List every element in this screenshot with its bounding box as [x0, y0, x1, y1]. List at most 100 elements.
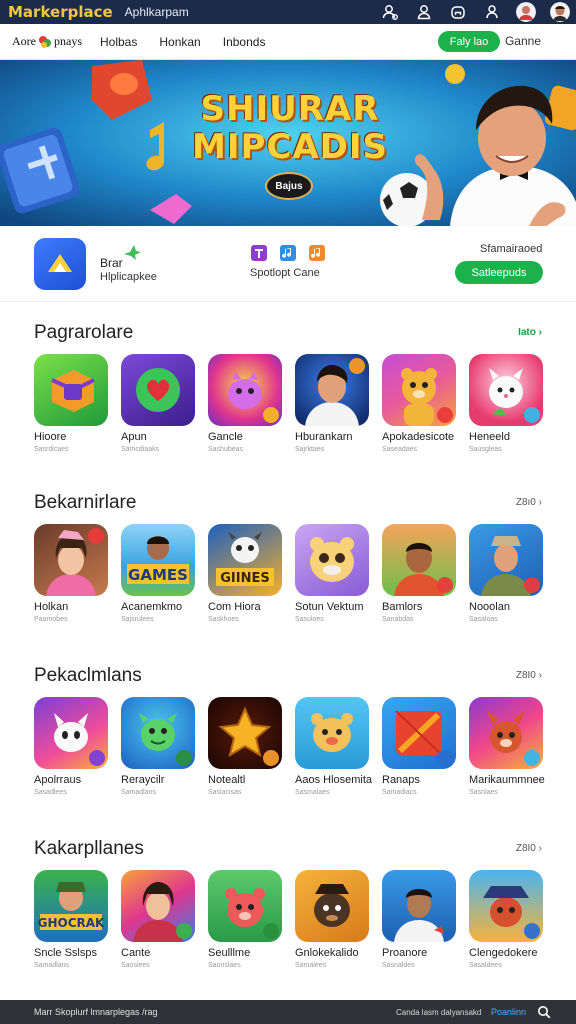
app-icon — [295, 524, 369, 596]
app-name: Clengedokere — [469, 947, 538, 959]
app-tile[interactable]: GIINES Com Hiora Saskhoes — [208, 524, 282, 623]
app-tile[interactable]: Gnlokekalido Samalees — [295, 870, 369, 969]
home-icon[interactable] — [448, 2, 468, 22]
app-name: Holkan — [34, 601, 69, 613]
app-tile[interactable]: Seulllme Saonslaes — [208, 870, 282, 969]
app-name: Nooolan — [469, 601, 510, 613]
logo-text-right: pnays — [54, 34, 82, 48]
avatar[interactable] — [516, 2, 536, 22]
app-badge-icon — [524, 750, 540, 766]
game-link[interactable]: Ganne — [505, 34, 541, 48]
app-icon — [34, 697, 108, 769]
media-apps-icon[interactable] — [251, 245, 327, 263]
see-more-link[interactable]: Z8ı0 › — [516, 497, 542, 508]
app-name: Proanore — [382, 947, 428, 959]
app-name: Com Hiora — [208, 601, 261, 613]
app-subtitle: Sasadlees — [34, 789, 67, 796]
app-badge-icon — [349, 358, 365, 374]
nav-link-2[interactable]: Honkan — [159, 35, 200, 49]
app-subtitle: Samalees — [295, 962, 327, 969]
brand-name[interactable]: Markerplace — [8, 3, 113, 21]
app-tile[interactable]: Apun Samcdiaaks — [121, 354, 195, 453]
app-tile[interactable]: Gancle Sashubeas — [208, 354, 282, 453]
app-subtitle: Sajsrulees — [121, 616, 154, 623]
section-2: Bekarnirlare Z8ı0 › Holkan Paamobes GAME… — [0, 492, 576, 642]
featured-app-icon[interactable] — [34, 238, 86, 290]
top-icons — [380, 2, 570, 22]
app-name: Apolrraus — [34, 774, 82, 786]
app-subtitle: Sanabdas — [382, 616, 414, 623]
app-badge-icon — [437, 750, 453, 766]
app-tile[interactable]: Apokadesicote Saseadaes — [382, 354, 456, 453]
hero-badge[interactable]: Bajus — [265, 172, 313, 200]
chevron-right-icon: › — [538, 670, 542, 681]
hero-title-line-1: SHIURAR — [200, 89, 380, 129]
featured-app-name[interactable]: Brar — [100, 256, 123, 270]
app-icon — [469, 870, 543, 942]
app-tile[interactable]: GAMES Acanemkmo Sajsrulees — [121, 524, 195, 623]
app-icon — [208, 697, 282, 769]
app-tile[interactable]: Proanore Sasnaldes — [382, 870, 456, 969]
chevron-right-icon: › — [538, 327, 542, 338]
nav-link-3[interactable]: Inbonds — [223, 35, 266, 49]
app-tiles: Apolrraus Sasadlees Reraycilr Samadlans … — [34, 697, 545, 796]
app-subtitle: Samcdiaaks — [121, 446, 160, 453]
app-tile[interactable]: Marikaummnee Sasnlaes — [469, 697, 545, 796]
app-tile[interactable]: Hburankarn Sajrktaes — [295, 354, 369, 453]
app-subtitle: Samadlans — [34, 962, 70, 969]
see-more-link[interactable]: Z8I0 › — [516, 670, 542, 681]
app-name: Seulllme — [208, 947, 251, 959]
app-icon — [382, 354, 456, 426]
see-more-link[interactable]: Z8I0 › — [516, 843, 542, 854]
app-name: Bamlors — [382, 601, 423, 613]
see-more-link[interactable]: Iato › — [518, 327, 542, 338]
featured-action-button[interactable]: Satleepuds — [455, 261, 543, 284]
app-badge-icon — [176, 750, 192, 766]
app-tile[interactable]: Reraycilr Samadlans — [121, 697, 195, 796]
app-tile[interactable]: GHOCRAK Sncle Sslsps Samadlans — [34, 870, 108, 969]
app-subtitle: Saskhoes — [208, 616, 239, 623]
site-logo[interactable]: Aore pnays — [12, 34, 82, 50]
app-name: Notealtl — [208, 774, 246, 786]
app-tile[interactable]: Bamlors Sanabdas — [382, 524, 456, 623]
play-button[interactable]: Faly lao — [438, 31, 500, 52]
app-subtitle: Sasmalaes — [295, 789, 330, 796]
chevron-right-icon: › — [538, 497, 542, 508]
app-subtitle: Samadlans — [121, 789, 157, 796]
app-tile[interactable]: Heneeld Sausgleas — [469, 354, 543, 453]
app-badge-icon — [263, 407, 279, 423]
footer-breadcrumb[interactable]: Marr Skoplurf lmnarplegas /rag — [34, 1007, 158, 1017]
search-icon[interactable] — [537, 1005, 551, 1019]
app-icon — [208, 870, 282, 942]
app-tile[interactable]: Notealtl Saslacisas — [208, 697, 282, 796]
app-icon — [121, 354, 195, 426]
featured-app-subtitle: Hlplicapkee — [100, 271, 157, 283]
section-title: Pagrarolare — [34, 322, 134, 343]
app-tile[interactable]: Nooolan Sasaloas — [469, 524, 543, 623]
person-add-icon[interactable] — [414, 2, 434, 22]
section-4: Kakarpllanes Z8I0 › GHOCRAK Sncle Sslsps… — [0, 838, 576, 988]
app-icon — [469, 697, 543, 769]
app-tile[interactable]: Sotun Vektum Sasuloes — [295, 524, 369, 623]
app-icon — [208, 354, 282, 426]
users-icon[interactable] — [380, 2, 400, 22]
see-more-label: Z8I0 — [515, 843, 536, 854]
app-tile[interactable]: Aaos Hlosemita Sasmalaes — [295, 697, 372, 796]
profile-icon[interactable] — [482, 2, 502, 22]
app-subtitle: Saoslees — [121, 962, 150, 969]
app-tile[interactable]: Ranaps Samadiacs — [382, 697, 456, 796]
app-tile[interactable]: Hioore Sasrdicaes — [34, 354, 108, 453]
app-subtitle: Sasnlaes — [469, 789, 498, 796]
footer-link[interactable]: Poanlinn — [491, 1007, 526, 1017]
app-tile[interactable]: Apolrraus Sasadlees — [34, 697, 108, 796]
app-icon: GHOCRAK — [34, 870, 108, 942]
app-subtitle: Samadiacs — [382, 789, 417, 796]
hero-banner[interactable]: SHIURAR MIPCADIS Bajus — [0, 60, 576, 226]
footer-text: Canda lasm dalyansakd — [396, 1007, 482, 1017]
app-tile[interactable]: Clengedokere Sasaldees — [469, 870, 543, 969]
avatar[interactable] — [550, 2, 570, 22]
app-tile[interactable]: Holkan Paamobes — [34, 524, 108, 623]
app-tile[interactable]: Cante Saoslees — [121, 870, 195, 969]
section-title: Kakarpllanes — [34, 838, 144, 859]
nav-link-1[interactable]: Holbas — [100, 35, 137, 49]
